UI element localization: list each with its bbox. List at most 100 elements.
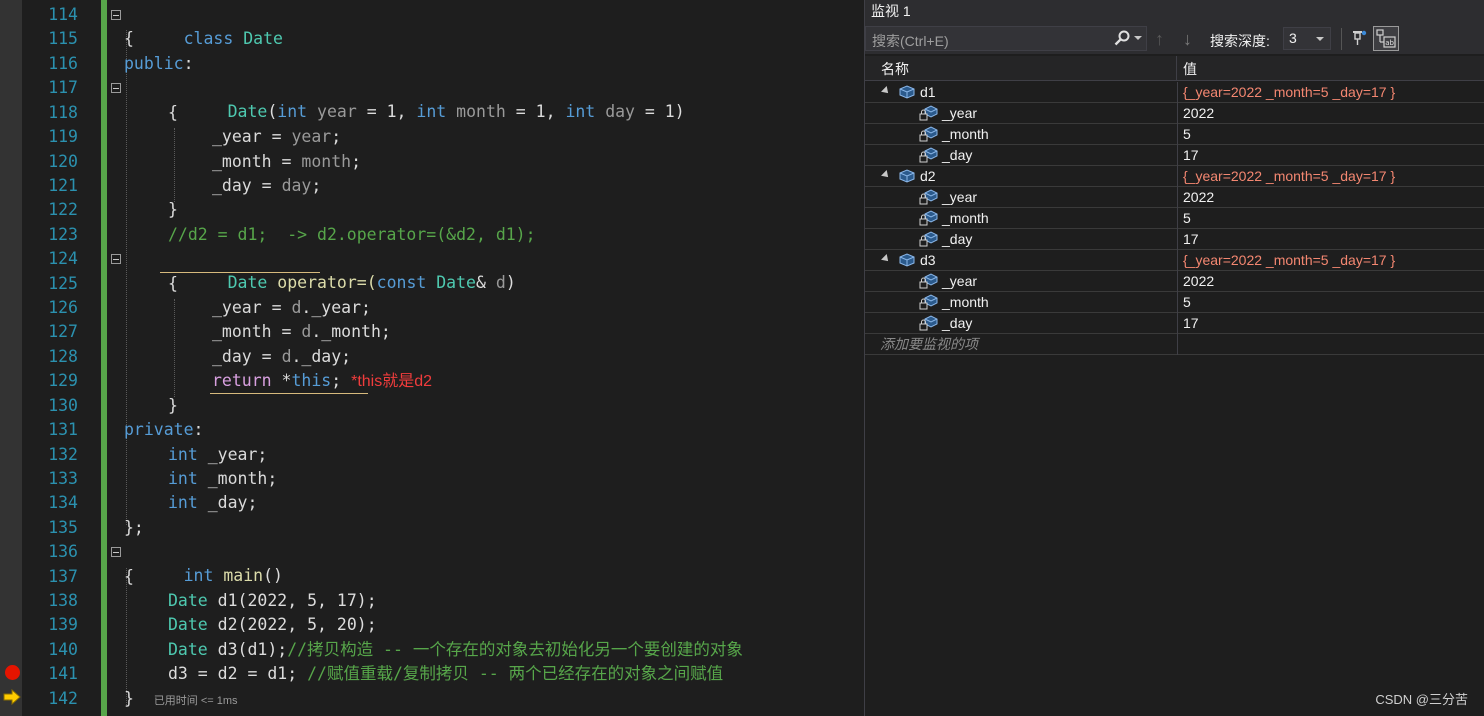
name-cell[interactable]: 添加要监视的项 [876,334,1177,355]
code-line[interactable]: Date operator=(const Date& d) [111,247,516,292]
watch-row-field[interactable]: _month 5 [865,208,1484,229]
name-cell[interactable]: _day [876,145,1177,166]
name-cell[interactable]: _day [876,229,1177,250]
search-next-icon[interactable]: ↓ [1183,29,1192,50]
search-depth-label: 搜索深度: [1210,33,1270,49]
code-line[interactable]: _month = d._month; [212,320,391,344]
watch-row-field[interactable]: _month 5 [865,292,1484,313]
field: _year [212,298,262,317]
code-line[interactable]: private: [124,418,203,442]
watch-row-object[interactable]: d2 {_year=2022 _month=5 _day=17 } [865,166,1484,187]
watch-value[interactable]: 2022 [1177,103,1484,124]
watch-row-field[interactable]: _year 2022 [865,187,1484,208]
code-line[interactable]: _month = month; [212,150,361,174]
search-input[interactable]: 搜索(Ctrl+E) [865,26,1147,51]
code-text: ; [331,371,342,390]
add-watch-row[interactable]: 添加要监视的项 [865,334,1484,355]
watch-row-field[interactable]: _month 5 [865,124,1484,145]
watch-row-field[interactable]: _day 17 [865,313,1484,334]
watch-row-field[interactable]: _year 2022 [865,103,1484,124]
collapse-toggle[interactable] [111,547,121,557]
collapse-toggle[interactable] [111,10,121,20]
watch-value[interactable]: 5 [1177,124,1484,145]
column-header-name[interactable]: 名称 [881,59,909,79]
name-cell[interactable]: _year [876,187,1177,208]
name-cell[interactable]: _year [876,103,1177,124]
code-line[interactable]: Date(int year = 1, int month = 1, int da… [111,76,685,121]
name-cell[interactable]: _year [876,271,1177,292]
code-line[interactable]: int _month; [168,467,277,491]
code-line[interactable]: int _day; [168,491,257,515]
code-text: { [124,567,134,586]
annotation-underline [160,272,320,273]
panel-title[interactable]: 监视 1 [865,0,1484,24]
name-cell[interactable]: _day [876,313,1177,334]
annotation-underline [210,393,368,394]
pin-icon[interactable] [1349,28,1369,48]
code-line[interactable]: _year = d._year; [212,296,371,320]
watch-value[interactable]: 17 [1177,145,1484,166]
name-cell[interactable]: _month [876,292,1177,313]
code-line[interactable]: class Date [111,3,283,48]
column-resize-handle[interactable] [1176,56,1177,81]
code-line[interactable]: { [168,101,178,125]
watch-value[interactable]: 17 [1177,313,1484,334]
code-line[interactable]: } [168,394,178,418]
watch-row-field[interactable]: _day 17 [865,229,1484,250]
watch-value[interactable]: 17 [1177,229,1484,250]
name-cell[interactable]: d3 [876,250,1177,271]
chevron-down-icon[interactable] [1134,36,1142,40]
code-line[interactable]: Date d2(2022, 5, 20); [168,613,377,637]
line-number: 115 [48,29,78,48]
parameter: year [291,127,332,146]
code-line[interactable]: _day = d._day; [212,345,351,369]
expand-toggle-icon[interactable] [881,254,891,264]
parameter: day [605,102,635,122]
code-editor[interactable]: 114 115 116 117 118 119 120 121 122 123 124 125 126 1… [0,0,864,716]
code-line[interactable]: public: [124,52,194,76]
code-line[interactable]: { [124,565,134,589]
watch-row-object[interactable]: d1 {_year=2022 _month=5 _day=17 } [865,82,1484,103]
code-line[interactable]: }; [124,516,144,540]
code-line[interactable]: return *this; *this就是d2 [212,369,432,393]
code-line[interactable]: int main() [111,540,283,585]
expand-toggle-icon[interactable] [881,170,891,180]
watch-row-field[interactable]: _year 2022 [865,271,1484,292]
code-line[interactable]: { [168,272,178,296]
watch-value[interactable]: 5 [1177,208,1484,229]
search-depth-select[interactable]: 3 [1283,27,1331,50]
code-line[interactable]: { [124,27,134,51]
object-icon [898,252,916,268]
code-line[interactable]: _day = day; [212,174,321,198]
watch-value[interactable]: 2022 [1177,271,1484,292]
code-line[interactable]: Date d1(2022, 5, 17); [168,589,377,613]
watch-row-field[interactable]: _day 17 [865,145,1484,166]
code-line[interactable]: int _year; [168,443,267,467]
code-area[interactable]: class Date { public: Date(int year = 1, … [111,0,864,716]
object-icon [898,84,916,100]
expand-toggle-icon[interactable] [881,86,891,96]
search-icon[interactable] [1112,29,1132,49]
name-cell[interactable]: d2 [876,166,1177,187]
collapse-toggle[interactable] [111,254,121,264]
code-line[interactable]: } [168,198,178,222]
watch-row-object[interactable]: d3 {_year=2022 _month=5 _day=17 } [865,250,1484,271]
name-cell[interactable]: _month [876,208,1177,229]
collapse-toggle[interactable] [111,83,121,93]
watch-value[interactable]: {_year=2022 _month=5 _day=17 } [1177,250,1484,271]
name-cell[interactable]: d1 [876,82,1177,103]
code-line[interactable]: Date d3(d1);//拷贝构造 -- 一个存在的对象去初始化另一个要创建的… [168,638,743,662]
watch-value[interactable]: 2022 [1177,187,1484,208]
code-line[interactable]: _year = year; [212,125,341,149]
name-cell[interactable]: _month [876,124,1177,145]
watch-value[interactable]: {_year=2022 _month=5 _day=17 } [1177,82,1484,103]
code-line[interactable]: //d2 = d1; -> d2.operator=(&d2, d1); [168,223,536,247]
watch-value[interactable]: 5 [1177,292,1484,313]
code-line[interactable]: } 已用时间 <= 1ms [124,687,238,711]
hex-display-icon[interactable]: ab [1373,26,1399,51]
watch-panel[interactable]: 监视 1 搜索(Ctrl+E) ↑ ↓ 搜索深度: 3 ab 名称 值 d1 {… [864,0,1484,716]
code-line[interactable]: d3 = d2 = d1; //赋值重载/复制拷贝 -- 两个已经存在的对象之间… [168,662,723,686]
search-previous-icon[interactable]: ↑ [1155,29,1164,50]
column-header-value[interactable]: 值 [1183,59,1197,79]
watch-value[interactable]: {_year=2022 _month=5 _day=17 } [1177,166,1484,187]
